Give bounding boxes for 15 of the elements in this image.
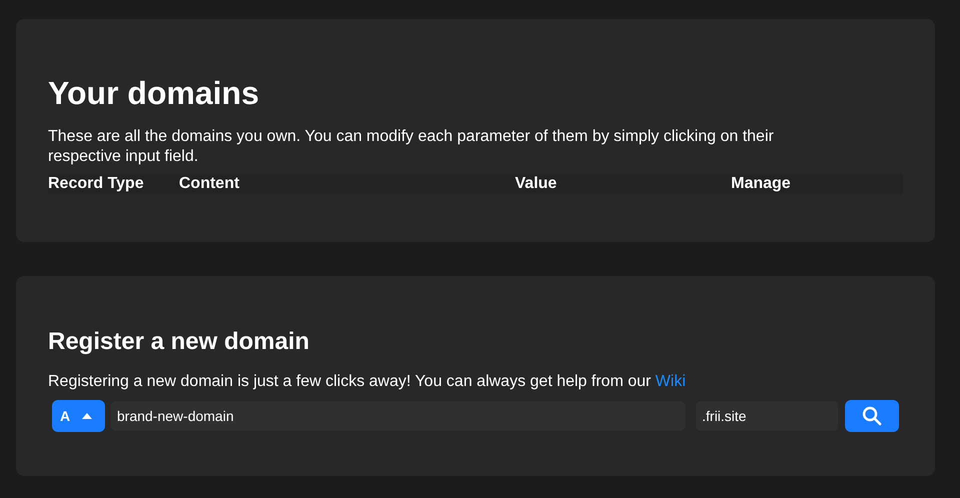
- record-type-dropdown[interactable]: A: [52, 400, 105, 432]
- column-header: Record Type: [48, 175, 145, 193]
- column-header: Manage: [731, 175, 792, 193]
- search-button[interactable]: [845, 400, 899, 432]
- column-header: Value: [515, 175, 558, 193]
- domain-input-field[interactable]: brand-new-domain: [111, 401, 685, 431]
- description-text: Registering a new domain is just a few clicks away! You can always get help from our Wiki: [48, 372, 687, 392]
- description-text: These are all the domains you own. You can modify each parameter of them by simply clicking on their respective input field.: [48, 127, 775, 167]
- section-title: Your domains: [48, 75, 260, 111]
- section-title: Register a new domain: [48, 328, 310, 356]
- caret-icon: [82, 413, 92, 419]
- column-header: Content: [179, 175, 240, 193]
- wiki-link[interactable]: Wiki: [655, 373, 686, 390]
- search-icon: [862, 406, 882, 426]
- suffix-field[interactable]: .frii.site: [696, 401, 838, 431]
